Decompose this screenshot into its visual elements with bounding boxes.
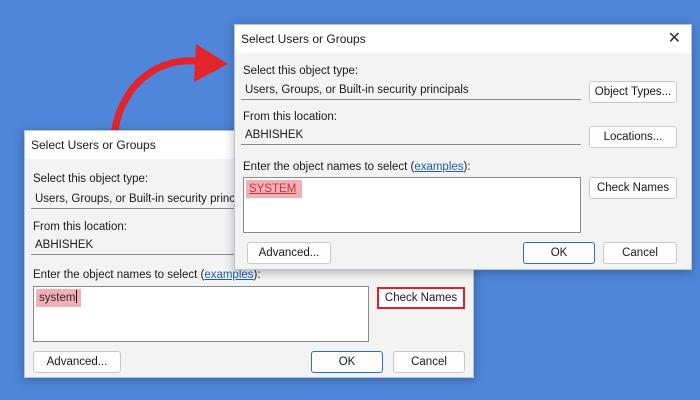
ok-button[interactable]: OK	[523, 242, 595, 264]
text-caret	[76, 290, 78, 303]
object-names-input[interactable]: SYSTEM	[243, 177, 581, 233]
cancel-button[interactable]: Cancel	[603, 242, 677, 264]
examples-link[interactable]: examples	[414, 161, 463, 173]
selected-text: SYSTEM	[246, 180, 302, 198]
ok-button[interactable]: OK	[311, 351, 383, 373]
check-names-button[interactable]: Check Names	[377, 287, 465, 309]
title-bar: Select Users or Groups ✕	[235, 25, 691, 53]
dialog-title: Select Users or Groups	[241, 32, 366, 46]
dialog-title: Select Users or Groups	[31, 138, 156, 152]
close-icon[interactable]: ✕	[668, 28, 681, 48]
check-names-button[interactable]: Check Names	[589, 177, 677, 199]
front-dialog: Select Users or Groups ✕ Select this obj…	[234, 24, 692, 270]
cancel-button[interactable]: Cancel	[393, 351, 465, 373]
location-field: ABHISHEK	[241, 125, 581, 145]
locations-button[interactable]: Locations...	[589, 126, 677, 148]
names-label: Enter the object names to select (exampl…	[33, 269, 261, 281]
object-type-label: Select this object type:	[243, 65, 359, 77]
examples-link[interactable]: examples	[204, 269, 253, 281]
object-names-input[interactable]: system	[33, 286, 369, 342]
location-label: From this location:	[243, 111, 337, 123]
advanced-button[interactable]: Advanced...	[247, 242, 331, 264]
object-type-label: Select this object type:	[33, 173, 149, 185]
advanced-button[interactable]: Advanced...	[33, 351, 121, 373]
names-label: Enter the object names to select (exampl…	[243, 161, 471, 173]
location-label: From this location:	[33, 221, 127, 233]
selected-text: system	[36, 289, 81, 307]
object-type-field: Users, Groups, or Built-in security prin…	[241, 80, 581, 100]
object-types-button[interactable]: Object Types...	[589, 81, 677, 103]
curved-arrow-icon	[110, 44, 228, 140]
